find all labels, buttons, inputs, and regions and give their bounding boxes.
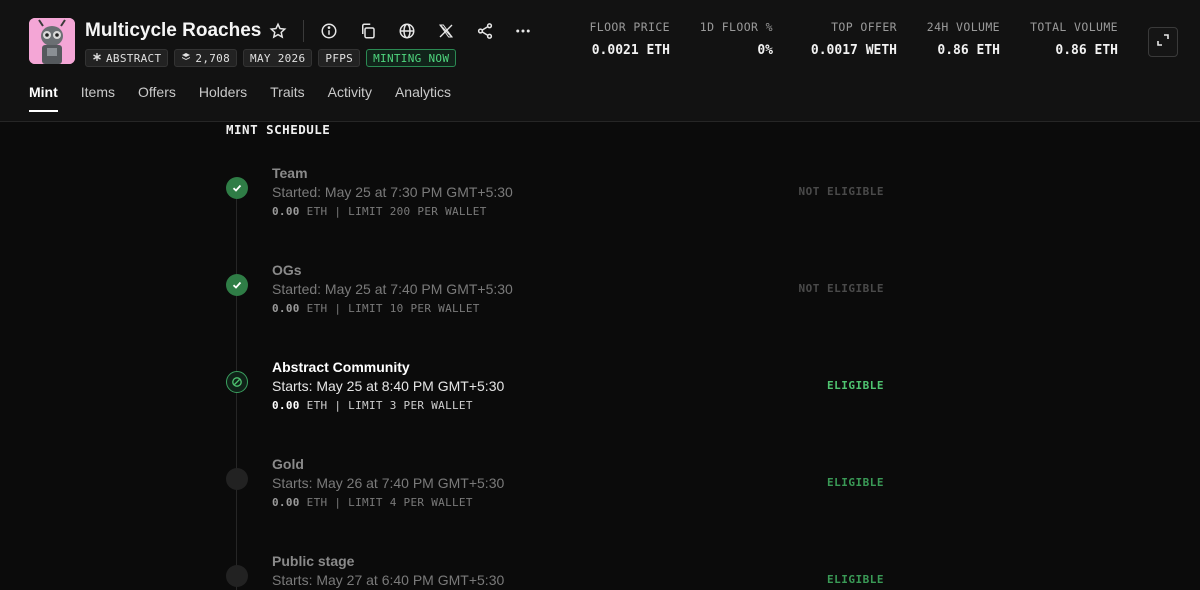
- checkmark-icon: [226, 274, 248, 296]
- stage-name: OGs: [272, 262, 302, 278]
- stat-label: FLOOR PRICE: [589, 20, 670, 34]
- minting-status-label: MINTING NOW: [373, 51, 450, 65]
- stat-24h-volume: 24H VOLUME 0.86 ETH: [927, 20, 1000, 58]
- pending-dot-icon: [226, 565, 248, 587]
- stat-label: TOP OFFER: [831, 20, 897, 34]
- stat-value: 0.0021 ETH: [591, 43, 670, 58]
- collection-chips: ABSTRACT 2,708 MAY 2026 PFPS MINTING NOW: [85, 49, 457, 67]
- pending-dot-icon: [226, 468, 248, 490]
- stage-name: Team: [272, 165, 308, 181]
- stage-status: ELIGIBLE: [827, 476, 884, 489]
- stat-1d-floor-change: 1D FLOOR % 0%: [700, 20, 773, 58]
- mint-stage-gold: Gold Starts: May 26 at 7:40 PM GMT+5:30 …: [0, 456, 1200, 516]
- stage-price: 0.00 ETH | LIMIT 200 PER WALLET: [272, 205, 487, 218]
- stage-name: Public stage: [272, 553, 355, 569]
- checkmark-icon: [226, 177, 248, 199]
- stage-price-details: ETH | LIMIT 10 PER WALLET: [306, 302, 480, 315]
- tab-offers[interactable]: Offers: [138, 84, 176, 112]
- supply-chip[interactable]: 2,708: [174, 49, 238, 67]
- layers-icon: [181, 52, 191, 65]
- mint-stage-team: Team Started: May 25 at 7:30 PM GMT+5:30…: [0, 165, 1200, 225]
- stage-price: 0.00 ETH | LIMIT 4 PER WALLET: [272, 496, 473, 509]
- collection-title: Multicycle Roaches: [85, 20, 262, 41]
- tab-analytics[interactable]: Analytics: [395, 84, 451, 112]
- info-icon[interactable]: [318, 20, 340, 42]
- expand-icon: [1156, 33, 1170, 52]
- star-icon[interactable]: [267, 20, 289, 42]
- stat-value: 0.86 ETH: [1055, 43, 1118, 58]
- stat-label: TOTAL VOLUME: [1030, 20, 1118, 34]
- stage-price: 0.00 ETH | LIMIT 10 PER WALLET: [272, 302, 480, 315]
- minting-status-chip[interactable]: MINTING NOW: [366, 49, 457, 67]
- stage-price: 0.00 ETH | LIMIT 3 PER WALLET: [272, 399, 473, 412]
- more-options-icon[interactable]: [512, 20, 534, 42]
- chain-chip[interactable]: ABSTRACT: [85, 49, 169, 67]
- stage-price-value: 0.00: [272, 496, 300, 509]
- stage-price-value: 0.00: [272, 205, 300, 218]
- stage-status: NOT ELIGIBLE: [798, 185, 884, 198]
- abstract-icon: [92, 52, 102, 65]
- stage-name: Abstract Community: [272, 359, 410, 375]
- stat-floor-price: FLOOR PRICE 0.0021 ETH: [589, 20, 670, 58]
- mint-schedule-title: MINT SCHEDULE: [226, 122, 331, 137]
- date-label: MAY 2026: [250, 51, 306, 65]
- stage-time: Started: May 25 at 7:30 PM GMT+5:30: [272, 184, 513, 200]
- copy-icon[interactable]: [357, 20, 379, 42]
- stage-status: ELIGIBLE: [827, 573, 884, 586]
- chain-label: ABSTRACT: [106, 51, 162, 65]
- collection-tabs: Mint Items Offers Holders Traits Activit…: [29, 84, 474, 112]
- stage-status: ELIGIBLE: [827, 379, 884, 392]
- collection-avatar[interactable]: [29, 18, 75, 64]
- mint-stage-ogs: OGs Started: May 25 at 7:40 PM GMT+5:30 …: [0, 262, 1200, 322]
- expand-button[interactable]: [1148, 27, 1178, 57]
- mint-stage-public: Public stage Starts: May 27 at 6:40 PM G…: [0, 553, 1200, 590]
- stage-price-details: ETH | LIMIT 4 PER WALLET: [306, 496, 473, 509]
- supply-label: 2,708: [195, 51, 231, 65]
- globe-icon[interactable]: [396, 20, 418, 42]
- stage-time: Started: May 25 at 7:40 PM GMT+5:30: [272, 281, 513, 297]
- stage-price-details: ETH | LIMIT 200 PER WALLET: [306, 205, 487, 218]
- stat-value: 0%: [757, 43, 773, 58]
- stat-label: 24H VOLUME: [926, 20, 1000, 34]
- category-chip[interactable]: PFPS: [318, 49, 361, 67]
- tab-activity[interactable]: Activity: [328, 84, 372, 112]
- tab-mint[interactable]: Mint: [29, 84, 58, 112]
- date-chip[interactable]: MAY 2026: [243, 49, 313, 67]
- stage-status: NOT ELIGIBLE: [798, 282, 884, 295]
- tab-holders[interactable]: Holders: [199, 84, 247, 112]
- stat-total-volume: TOTAL VOLUME 0.86 ETH: [1030, 20, 1118, 58]
- collection-header: Multicycle Roaches ABSTRACT 2,708 MAY 20…: [0, 0, 1200, 122]
- tab-traits[interactable]: Traits: [270, 84, 304, 112]
- share-icon[interactable]: [474, 20, 496, 42]
- category-label: PFPS: [325, 51, 354, 65]
- stat-value: 0.0017 WETH: [810, 43, 897, 58]
- stage-name: Gold: [272, 456, 304, 472]
- stage-time: Starts: May 27 at 6:40 PM GMT+5:30: [272, 572, 505, 588]
- abstract-logo-icon: [226, 371, 248, 393]
- stage-time: Starts: May 26 at 7:40 PM GMT+5:30: [272, 475, 505, 491]
- stage-price-value: 0.00: [272, 302, 300, 315]
- stat-value: 0.86 ETH: [937, 43, 1000, 58]
- x-twitter-icon[interactable]: [435, 20, 457, 42]
- stage-price-details: ETH | LIMIT 3 PER WALLET: [306, 399, 473, 412]
- stat-label: 1D FLOOR %: [699, 20, 773, 34]
- mint-stage-abstract-community: Abstract Community Starts: May 25 at 8:4…: [0, 359, 1200, 419]
- stat-top-offer: TOP OFFER 0.0017 WETH: [811, 20, 897, 58]
- tab-items[interactable]: Items: [81, 84, 115, 112]
- stage-time: Starts: May 25 at 8:40 PM GMT+5:30: [272, 378, 505, 394]
- stage-price-value: 0.00: [272, 399, 300, 412]
- header-divider: [303, 20, 304, 42]
